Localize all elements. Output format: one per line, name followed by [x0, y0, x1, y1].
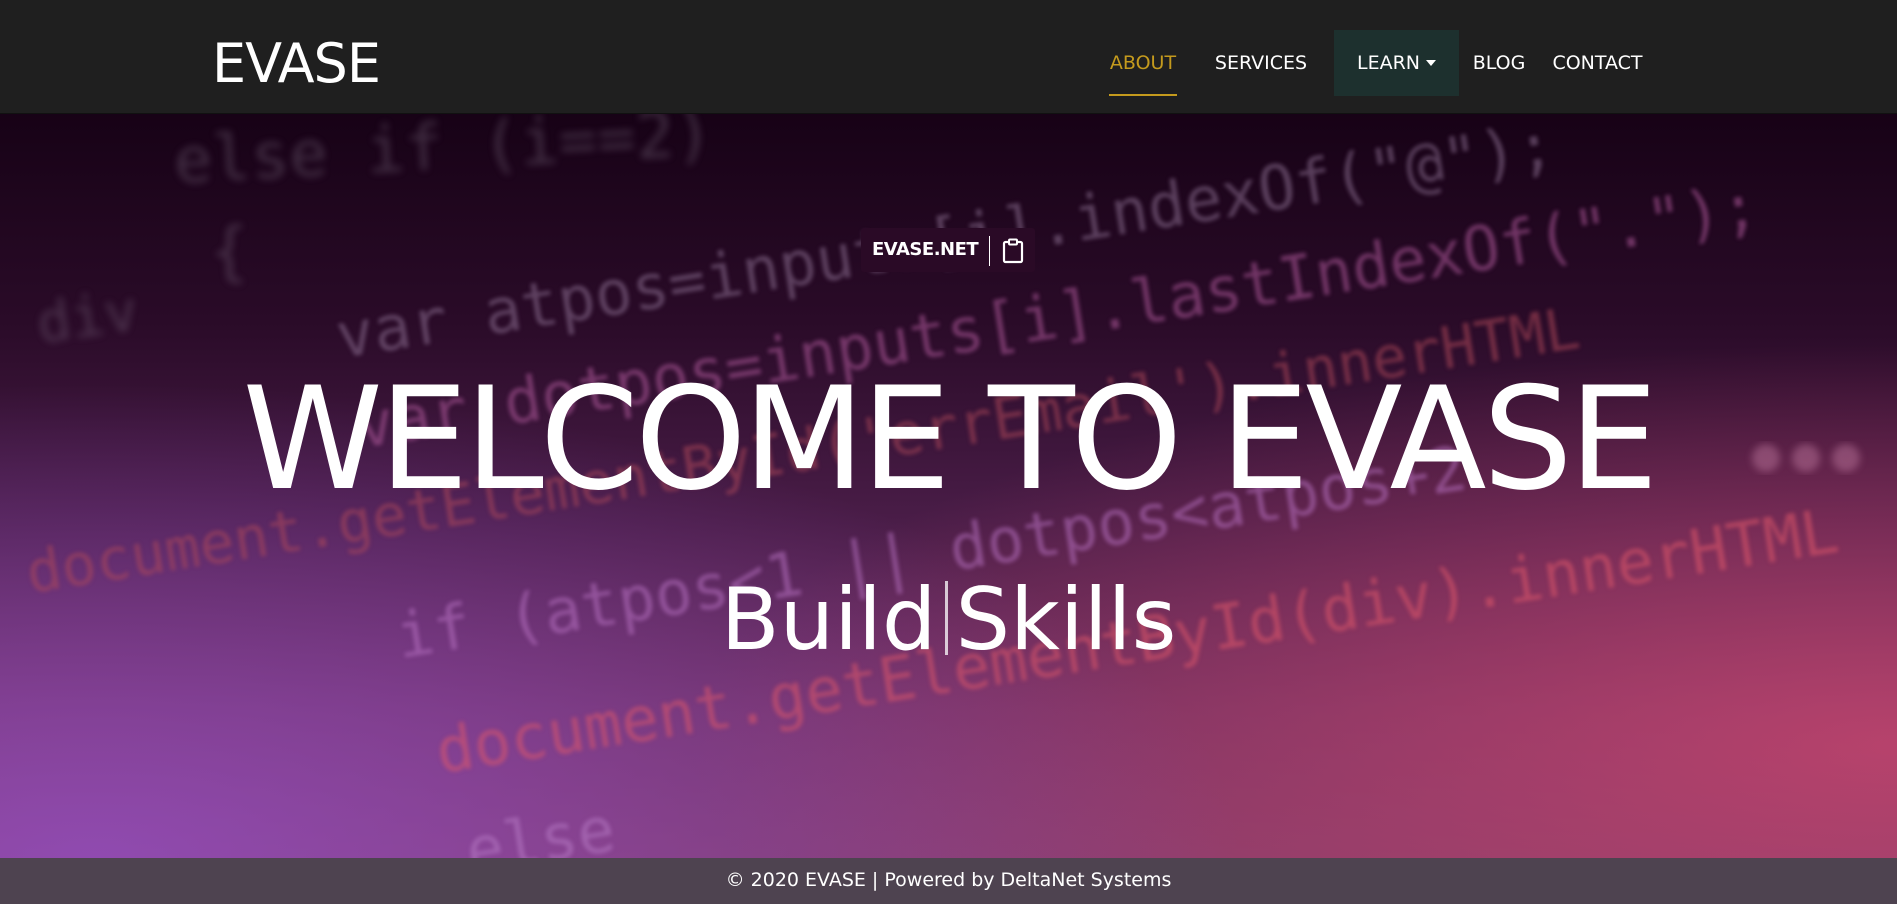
svg-text:div: div	[33, 278, 142, 356]
svg-text:else if (i==2): else if (i==2)	[172, 113, 715, 199]
nav-learn-label: LEARN	[1356, 52, 1420, 74]
nav-link-contact[interactable]: CONTACT	[1551, 30, 1644, 96]
domain-badge-divider	[989, 236, 990, 266]
caret-down-icon	[1426, 60, 1436, 66]
svg-text:else: else	[461, 792, 620, 858]
nav-link-about[interactable]: ABOUT	[1109, 30, 1177, 96]
clipboard-icon[interactable]	[1001, 238, 1025, 264]
footer-bar: © 2020 EVASE | Powered by DeltaNet Syste…	[0, 858, 1897, 904]
nav-link-blog[interactable]: BLOG	[1471, 30, 1527, 96]
nav-link-services[interactable]: SERVICES	[1214, 30, 1308, 96]
hero-subtitle-word-skills: Skills	[955, 570, 1177, 670]
domain-badge-text: EVASE.NET	[872, 239, 979, 260]
typing-cursor	[944, 581, 948, 655]
brand-logo[interactable]: EVASE	[212, 30, 381, 98]
hero-subtitle-word-build: Build	[720, 570, 937, 670]
footer-copyright-text: © 2020 EVASE | Powered by DeltaNet Syste…	[725, 869, 1172, 891]
svg-text:{: {	[210, 215, 249, 289]
hero-title: WELCOME TO EVASE	[242, 357, 1659, 522]
top-navbar: EVASE ABOUT SERVICES LEARN BLOG CONTACT	[0, 0, 1897, 114]
domain-badge: EVASE.NET	[861, 228, 1035, 272]
hero-subtitle: Build Skills	[0, 565, 1897, 675]
nav-link-learn-dropdown[interactable]: LEARN	[1334, 30, 1459, 96]
